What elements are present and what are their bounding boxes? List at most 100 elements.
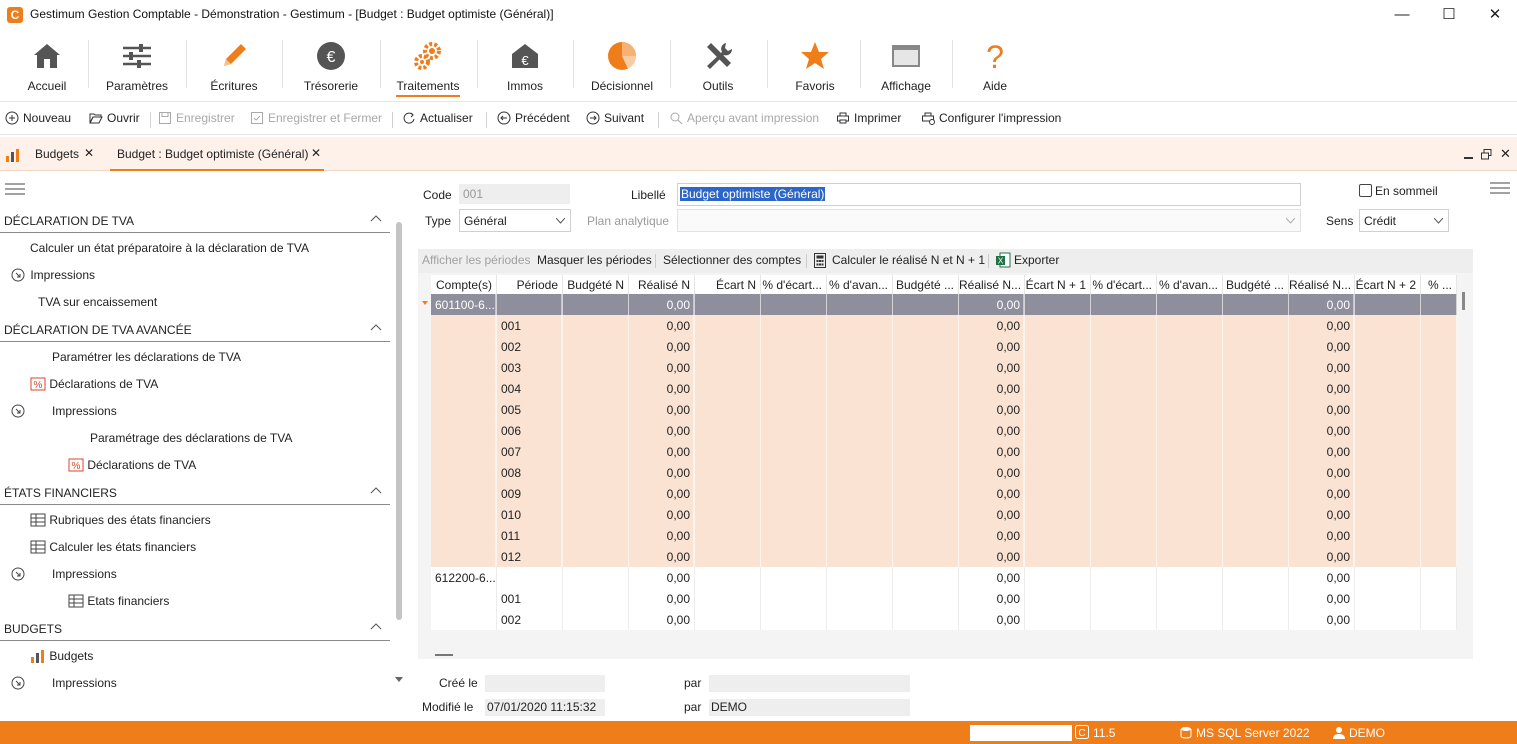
ribbon-favoris-button[interactable]: Favoris (780, 30, 850, 98)
grid-column-header[interactable]: Écart N + 1 (1025, 275, 1091, 295)
grid-cell-realise-n2[interactable]: 0,00 (1289, 399, 1354, 420)
chevron-up-icon[interactable] (370, 213, 382, 225)
grid-column-header[interactable]: % d'écart... (761, 275, 827, 295)
close-tab-icon[interactable]: ✕ (311, 146, 321, 160)
nav-tva-encaissement[interactable]: TVA sur encaissement (38, 295, 157, 309)
grid-cell-periode[interactable] (497, 567, 562, 588)
section-declaration-tva[interactable]: DÉCLARATION DE TVA (0, 207, 390, 233)
chevron-up-icon[interactable] (370, 322, 382, 334)
calculer-realise-button[interactable]: Calculer le réalisé N et N + 1 (832, 253, 985, 267)
grid-column-header[interactable]: Période (497, 275, 563, 295)
nav-calc-etats[interactable]: Calculer les états financiers (30, 540, 196, 554)
grid-cell-compte[interactable]: 612200-6... (431, 567, 496, 588)
grid-cell-compte[interactable] (431, 399, 496, 420)
grid-cell-realise-n[interactable]: 0,00 (629, 609, 694, 630)
right-hamburger-icon[interactable] (1490, 182, 1510, 194)
table-row[interactable]: 010 0,00 0,00 0,00 (431, 504, 1457, 525)
ribbon-aide-button[interactable]: ? Aide (962, 30, 1028, 98)
grid-cell-realise-n2[interactable]: 0,00 (1289, 609, 1354, 630)
afficher-periodes-button[interactable]: Afficher les périodes (422, 253, 531, 267)
grid-cell-realise-n1[interactable]: 0,00 (959, 483, 1024, 504)
grid-cell-compte[interactable] (431, 546, 496, 567)
scroll-down-icon[interactable] (395, 677, 403, 683)
grid-cell-realise-n2[interactable]: 0,00 (1289, 357, 1354, 378)
grid-column-header[interactable]: Écart N + 2 (1355, 275, 1421, 295)
grid-cell-realise-n1[interactable]: 0,00 (959, 609, 1024, 630)
grid-cell-compte[interactable] (431, 315, 496, 336)
grid-cell-realise-n[interactable]: 0,00 (629, 336, 694, 357)
exporter-button[interactable]: Exporter (1014, 253, 1059, 267)
grid-cell-realise-n1[interactable]: 0,00 (959, 588, 1024, 609)
nav-etats-financiers[interactable]: Etats financiers (68, 594, 169, 608)
grid-cell-realise-n2[interactable]: 0,00 (1289, 441, 1354, 462)
table-row[interactable]: 011 0,00 0,00 0,00 (431, 525, 1457, 546)
grid-cell-periode[interactable]: 011 (497, 525, 562, 546)
grid-cell-realise-n[interactable]: 0,00 (629, 462, 694, 483)
grid-cell-realise-n2[interactable]: 0,00 (1289, 294, 1354, 315)
nav-rubriques[interactable]: Rubriques des états financiers (30, 513, 211, 527)
grid-cell-periode[interactable]: 001 (497, 588, 562, 609)
grid-column-header[interactable]: Réalisé N (629, 275, 695, 295)
grid-cell-compte[interactable] (431, 420, 496, 441)
grid-cell-periode[interactable]: 001 (497, 315, 562, 336)
table-row[interactable]: 012 0,00 0,00 0,00 (431, 546, 1457, 567)
grid-cell-realise-n1[interactable]: 0,00 (959, 525, 1024, 546)
grid-cell-periode[interactable]: 012 (497, 546, 562, 567)
grid-cell-realise-n1[interactable]: 0,00 (959, 546, 1024, 567)
grid-column-header[interactable]: Budgété ... (1223, 275, 1289, 295)
grid-cell-periode[interactable]: 002 (497, 609, 562, 630)
chevron-up-icon[interactable] (370, 485, 382, 497)
ribbon-decisionnel-button[interactable]: Décisionnel (582, 30, 662, 98)
grid-cell-realise-n[interactable]: 0,00 (629, 357, 694, 378)
next-button[interactable]: Suivant (586, 111, 644, 129)
print-preview-button[interactable]: Aperçu avant impression (669, 111, 819, 129)
ribbon-ecritures-button[interactable]: Écritures (196, 30, 272, 98)
grid-column-header[interactable]: Réalisé N... (1289, 275, 1355, 295)
grid-cell-periode[interactable]: 008 (497, 462, 562, 483)
grid-cell-realise-n2[interactable]: 0,00 (1289, 462, 1354, 483)
grid-column-header[interactable]: % d'avan... (827, 275, 893, 295)
grid-cell-realise-n2[interactable]: 0,00 (1289, 546, 1354, 567)
grid-cell-realise-n[interactable]: 0,00 (629, 525, 694, 546)
ribbon-outils-button[interactable]: Outils (683, 30, 753, 98)
maximize-button[interactable]: ☐ (1437, 4, 1461, 26)
ribbon-traitements-button[interactable]: Traitements (388, 30, 468, 98)
sens-select[interactable]: Crédit (1359, 209, 1449, 232)
grid-column-header[interactable]: Réalisé N... (959, 275, 1025, 295)
tab-budget-optimiste[interactable]: Budget : Budget optimiste (Général) ✕ (110, 137, 324, 171)
selectionner-comptes-button[interactable]: Sélectionner des comptes (663, 253, 801, 267)
print-settings-button[interactable]: Configurer l'impression (921, 111, 1061, 129)
nav-impressions-3[interactable]: Impressions (11, 567, 117, 581)
grid-cell-realise-n1[interactable]: 0,00 (959, 567, 1024, 588)
minimize-doc-icon[interactable] (1464, 157, 1473, 159)
table-row[interactable]: 005 0,00 0,00 0,00 (431, 399, 1457, 420)
ribbon-tresorerie-button[interactable]: € Trésorerie (292, 30, 370, 98)
grid-cell-realise-n2[interactable]: 0,00 (1289, 315, 1354, 336)
grid-column-header[interactable]: Budgété ... (893, 275, 959, 295)
grid-cell-realise-n2[interactable]: 0,00 (1289, 336, 1354, 357)
ribbon-affichage-button[interactable]: Affichage (868, 30, 944, 98)
nav-declarations-tva-2[interactable]: % Déclarations de TVA (68, 458, 196, 472)
grid-column-header[interactable]: % ... (1421, 275, 1457, 295)
grid-cell-realise-n1[interactable]: 0,00 (959, 294, 1024, 315)
print-button[interactable]: Imprimer (836, 111, 901, 129)
left-panel-scrollbar[interactable] (394, 222, 404, 690)
grid-cell-compte[interactable] (431, 336, 496, 357)
grid-cell-periode[interactable]: 010 (497, 504, 562, 525)
grid-cell-realise-n[interactable]: 0,00 (629, 420, 694, 441)
grid-column-header[interactable]: % d'avan... (1157, 275, 1223, 295)
table-row[interactable]: 002 0,00 0,00 0,00 (431, 609, 1457, 630)
table-row[interactable]: 003 0,00 0,00 0,00 (431, 357, 1457, 378)
tab-budgets[interactable]: Budgets ✕ (30, 137, 100, 171)
close-doc-icon[interactable]: ✕ (1500, 146, 1511, 162)
grid-cell-periode[interactable]: 007 (497, 441, 562, 462)
table-row[interactable]: 601100-6... 0,00 0,00 0,00 (422, 294, 1457, 315)
grid-cell-compte[interactable] (431, 504, 496, 525)
nav-budgets[interactable]: Budgets (30, 649, 93, 663)
nav-param-decl-tva[interactable]: Paramétrer les déclarations de TVA (52, 350, 241, 364)
chevron-up-icon[interactable] (370, 621, 382, 633)
libelle-field[interactable]: Budget optimiste (Général) (677, 183, 1301, 206)
ribbon-accueil-button[interactable]: Accueil (15, 30, 79, 98)
grid-cell-realise-n1[interactable]: 0,00 (959, 420, 1024, 441)
grid-cell-realise-n2[interactable]: 0,00 (1289, 525, 1354, 546)
